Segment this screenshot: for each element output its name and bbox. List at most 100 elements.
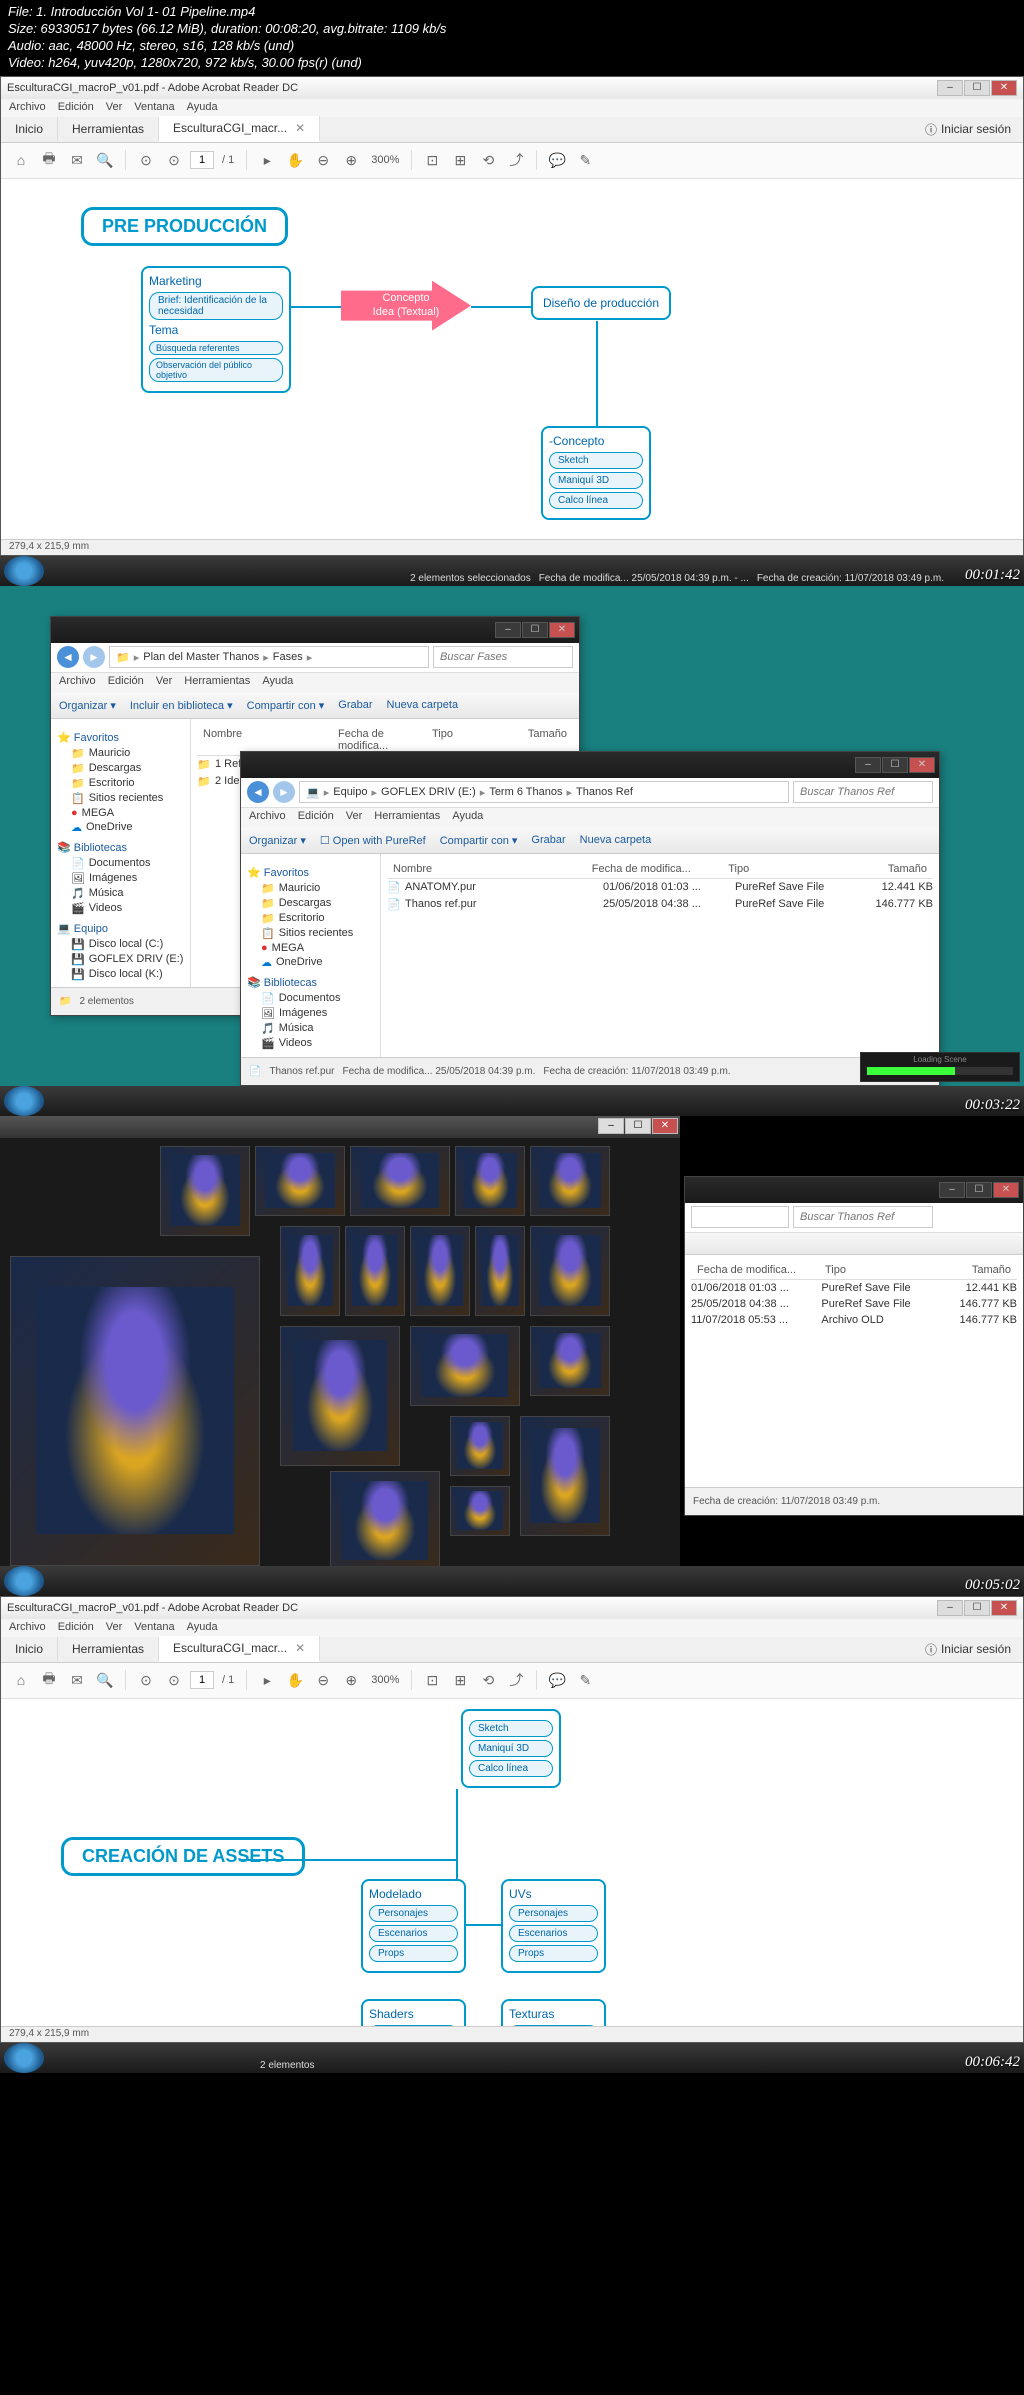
menu-item[interactable]: Edición <box>108 675 144 691</box>
ref-image[interactable] <box>530 1326 610 1396</box>
tool-compartir[interactable]: Compartir con ▾ <box>440 834 518 847</box>
start-button[interactable] <box>4 2043 44 2073</box>
side-item[interactable]: 📄Documentos <box>247 991 374 1006</box>
side-item[interactable]: ☁OneDrive <box>57 820 184 835</box>
tab-document[interactable]: EsculturaCGI_macr...✕ <box>159 116 320 142</box>
signin-link[interactable]: ⓘIniciar sesión <box>913 121 1023 138</box>
tool-grabar[interactable]: Grabar <box>531 834 565 846</box>
ref-image[interactable] <box>330 1471 440 1571</box>
tool-grabar[interactable]: Grabar <box>338 699 372 711</box>
maximize-button[interactable]: ☐ <box>966 1182 992 1198</box>
start-button[interactable] <box>4 1566 44 1596</box>
home-icon[interactable]: ⌂ <box>9 148 33 172</box>
tool-compartir[interactable]: Compartir con ▾ <box>247 699 325 712</box>
side-item[interactable]: 📁Mauricio <box>247 881 374 896</box>
page-up-icon[interactable]: ⊙ <box>134 148 158 172</box>
menu-item[interactable]: Ver <box>346 810 363 826</box>
ref-image[interactable] <box>350 1146 450 1216</box>
tab-inicio[interactable]: Inicio <box>1 117 58 141</box>
search-icon[interactable]: 🔍 <box>93 1668 117 1692</box>
file-row[interactable]: 25/05/2018 04:38 ...PureRef Save File146… <box>691 1296 1017 1312</box>
forward-button[interactable]: ► <box>273 781 295 803</box>
forward-button[interactable]: ► <box>83 646 105 668</box>
maximize-button[interactable]: ☐ <box>964 80 990 96</box>
menu-item[interactable]: Ayuda <box>452 810 483 826</box>
comment-icon[interactable]: 💬 <box>545 1668 569 1692</box>
minimize-button[interactable]: – <box>937 80 963 96</box>
zoom-in-icon[interactable]: ⊕ <box>339 148 363 172</box>
maximize-button[interactable]: ☐ <box>522 622 548 638</box>
pointer-icon[interactable]: ▸ <box>255 1668 279 1692</box>
side-item[interactable]: 💾Disco local (K:) <box>57 967 184 982</box>
titlebar[interactable]: EsculturaCGI_macroP_v01.pdf - Adobe Acro… <box>1 77 1023 99</box>
menu-item[interactable]: Edición <box>298 810 334 826</box>
mail-icon[interactable]: ✉ <box>65 148 89 172</box>
close-button[interactable]: ✕ <box>991 1600 1017 1616</box>
side-item[interactable]: 📁Descargas <box>247 896 374 911</box>
ref-image[interactable] <box>475 1226 525 1316</box>
rotate-icon[interactable]: ⟲ <box>476 1668 500 1692</box>
sign-icon[interactable]: ✎ <box>573 1668 597 1692</box>
crumb[interactable]: Fases <box>273 651 303 663</box>
minimize-button[interactable]: – <box>598 1118 624 1134</box>
side-item[interactable]: 🎬Videos <box>57 901 184 916</box>
search-input[interactable] <box>793 781 933 803</box>
close-button[interactable]: ✕ <box>549 622 575 638</box>
ref-image[interactable] <box>255 1146 345 1216</box>
rotate-icon[interactable]: ⟲ <box>476 148 500 172</box>
print-icon[interactable]: 🖶 <box>37 1668 61 1692</box>
menu-item[interactable]: Herramientas <box>184 675 250 691</box>
side-item[interactable]: 💾Disco local (C:) <box>57 937 184 952</box>
crumb[interactable]: Term 6 Thanos <box>489 786 562 798</box>
minimize-button[interactable]: – <box>855 757 881 773</box>
fit-icon[interactable]: ⊡ <box>420 148 444 172</box>
share-icon[interactable]: ⤴ <box>504 1668 528 1692</box>
share-icon[interactable]: ⤴ <box>504 148 528 172</box>
search-input[interactable] <box>793 1206 933 1228</box>
explorer-titlebar[interactable]: –☐✕ <box>685 1177 1023 1203</box>
menu-item[interactable]: Archivo <box>9 1621 46 1635</box>
menu-item[interactable]: Ayuda <box>187 1621 218 1635</box>
side-item[interactable]: 📁Escritorio <box>57 776 184 791</box>
file-list[interactable]: Fecha de modifica... Tipo Tamaño 01/06/2… <box>685 1255 1023 1334</box>
sign-icon[interactable]: ✎ <box>573 148 597 172</box>
tab-close-icon[interactable]: ✕ <box>295 121 305 135</box>
tool-organizar[interactable]: Organizar ▾ <box>59 699 116 712</box>
minimize-button[interactable]: – <box>495 622 521 638</box>
tool-nueva[interactable]: Nueva carpeta <box>387 699 459 711</box>
breadcrumb[interactable]: 📁 ▸Plan del Master Thanos ▸Fases ▸ <box>109 646 429 668</box>
zoom-in-icon[interactable]: ⊕ <box>339 1668 363 1692</box>
file-row[interactable]: 11/07/2018 05:53 ...Archivo OLD146.777 K… <box>691 1312 1017 1328</box>
pureref-window[interactable]: –☐✕ <box>0 1116 680 1576</box>
tool-open-pureref[interactable]: ☐ Open with PureRef <box>320 834 426 847</box>
pointer-icon[interactable]: ▸ <box>255 148 279 172</box>
side-item[interactable]: 📁Descargas <box>57 761 184 776</box>
document-area[interactable]: Sketch Maniquí 3D Calco línea CREACIÓN D… <box>1 1699 1023 2042</box>
taskbar[interactable] <box>0 1566 1024 1596</box>
side-item[interactable]: 📁Mauricio <box>57 746 184 761</box>
signin-link[interactable]: ⓘIniciar sesión <box>913 1641 1023 1658</box>
menu-item[interactable]: Edición <box>58 1621 94 1635</box>
minimize-button[interactable]: – <box>939 1182 965 1198</box>
ref-image[interactable] <box>410 1326 520 1406</box>
tab-close-icon[interactable]: ✕ <box>295 1641 305 1655</box>
side-favoritos[interactable]: ⭐ Favoritos <box>57 731 184 744</box>
ref-image[interactable] <box>160 1146 250 1236</box>
ref-image[interactable] <box>280 1326 400 1466</box>
page-input[interactable] <box>190 1671 214 1689</box>
document-area[interactable]: PRE PRODUCCIÓN Marketing Brief: Identifi… <box>1 179 1023 555</box>
search-input[interactable] <box>433 646 573 668</box>
col-type[interactable]: Tipo <box>426 728 506 752</box>
side-bibliotecas[interactable]: 📚 Bibliotecas <box>57 841 184 854</box>
page-up-icon[interactable]: ⊙ <box>134 1668 158 1692</box>
side-item[interactable]: 🎵Música <box>247 1021 374 1036</box>
col-name[interactable]: Nombre <box>197 728 332 752</box>
ref-image[interactable] <box>280 1226 340 1316</box>
crumb[interactable]: Thanos Ref <box>576 786 633 798</box>
col-size[interactable]: Tamaño <box>838 863 933 875</box>
side-item[interactable]: ●MEGA <box>247 941 374 955</box>
crumb[interactable]: Equipo <box>333 786 367 798</box>
tool-nueva[interactable]: Nueva carpeta <box>580 834 652 846</box>
col-date[interactable]: Fecha de modifica... <box>586 863 723 875</box>
file-list[interactable]: Nombre Fecha de modifica... Tipo Tamaño … <box>381 854 939 1085</box>
